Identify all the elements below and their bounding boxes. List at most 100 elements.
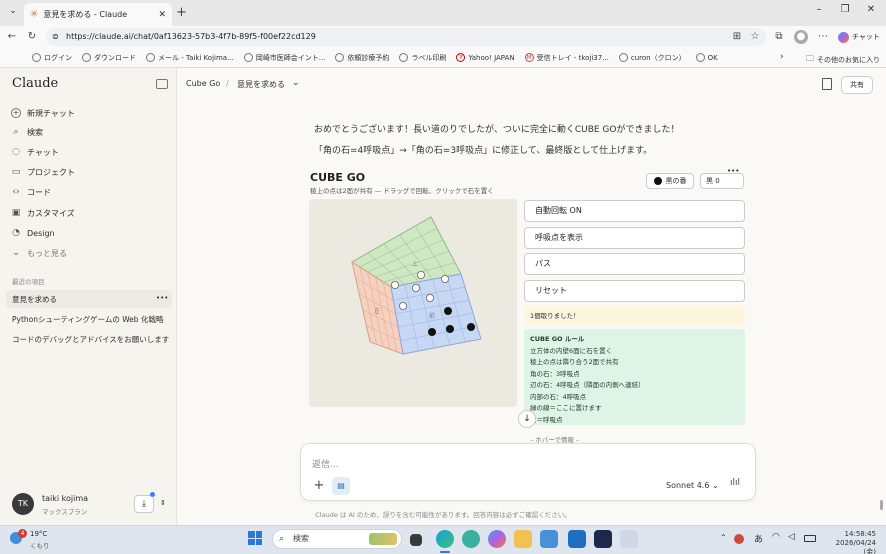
black-stone[interactable] <box>467 323 475 331</box>
page-scrollbar[interactable] <box>880 500 883 510</box>
extensions-icon[interactable]: ⧉ <box>772 30 786 44</box>
sidebar-item-more[interactable]: ⌄ もっと見る <box>11 245 67 261</box>
close-tab-icon[interactable]: ✕ <box>158 10 166 20</box>
weather-widget[interactable]: 4 19°C くもり <box>4 529 64 551</box>
recent-chat-item[interactable]: Pythonシューティングゲームの Web 化戦略 <box>12 314 163 325</box>
bookmark-item[interactable]: ラベル印刷 <box>399 53 446 63</box>
composer[interactable] <box>300 443 756 501</box>
copilot-icon <box>838 31 849 43</box>
app-icon[interactable] <box>594 530 612 548</box>
sidebar-toggle-icon[interactable] <box>156 79 168 89</box>
bookmark-item[interactable]: curon（クロン） <box>618 53 686 63</box>
recent-chat-item[interactable]: 意見を求める <box>12 294 57 305</box>
chat-title-chevron-icon[interactable]: ⌄ <box>292 78 300 88</box>
battery-icon[interactable] <box>804 535 816 542</box>
black-stone[interactable] <box>446 325 454 333</box>
user-menu-chevron-icon[interactable]: ⇕ <box>160 499 166 507</box>
black-stone[interactable] <box>444 307 452 315</box>
close-window-button[interactable]: ✕ <box>860 4 882 20</box>
white-stone[interactable] <box>391 281 400 290</box>
taskbar-search[interactable]: ⌕ 検索 <box>272 529 402 549</box>
bookmark-item[interactable]: Y Yahoo! JAPAN <box>456 53 515 62</box>
scroll-to-bottom-button[interactable]: ↓ <box>518 410 536 428</box>
tools-button[interactable]: ▤ <box>332 477 350 495</box>
profile-icon[interactable]: ● <box>794 30 808 44</box>
white-stone[interactable] <box>417 271 426 280</box>
recent-more-icon[interactable]: ••• <box>156 294 168 302</box>
favorite-star-icon[interactable]: ☆ <box>748 30 762 44</box>
add-attachment-button[interactable]: + <box>310 477 328 495</box>
sidebar-item-search[interactable]: ⌕ 検索 <box>11 124 43 140</box>
app-icon[interactable] <box>620 530 638 548</box>
white-stone[interactable] <box>440 275 449 284</box>
ime-indicator[interactable]: あ <box>754 532 763 545</box>
app-install-icon[interactable]: ⊞ <box>730 30 744 44</box>
black-stone[interactable] <box>428 328 436 336</box>
bookmark-icon <box>32 53 41 62</box>
back-icon[interactable]: ← <box>5 30 19 44</box>
model-selector[interactable]: Sonnet 4.6 ⌄ <box>666 481 719 490</box>
bookmark-item[interactable]: メール - Taiki Kojima... <box>146 53 234 63</box>
bookmark-item[interactable]: OK <box>695 53 718 62</box>
white-stone[interactable] <box>426 294 435 303</box>
file-explorer-icon[interactable] <box>514 530 532 548</box>
show-liberties-button[interactable]: 呼吸点を表示 <box>524 227 745 249</box>
bookmark-item[interactable]: ダウンロード <box>82 53 136 63</box>
sidebar-item-code[interactable]: ‹› コード <box>11 184 51 200</box>
cube-svg[interactable]: 上 前 左 <box>309 199 517 407</box>
white-stone[interactable] <box>412 284 421 293</box>
copilot-chat-button[interactable]: チャット <box>838 29 880 45</box>
url-field[interactable]: ⊜ https://claude.ai/chat/0af13623-57b3-4… <box>46 28 766 46</box>
app-icon[interactable] <box>462 530 480 548</box>
cube-board[interactable]: 上 前 左 <box>309 199 517 407</box>
reset-button[interactable]: リセット <box>524 280 745 302</box>
site-info-icon[interactable]: ⊜ <box>52 28 59 46</box>
bookmark-label: Yahoo! JAPAN <box>468 53 515 62</box>
bookmarks-overflow-icon[interactable]: › <box>780 52 784 62</box>
bookmark-item[interactable]: 岡崎市医師会イント... <box>243 53 325 63</box>
white-stone[interactable] <box>399 302 408 311</box>
sidebar-item-new-chat[interactable]: + 新規チャット <box>11 105 75 121</box>
volume-icon[interactable]: ◁ <box>788 532 795 542</box>
tab-list-button[interactable]: ⌄ <box>6 6 20 20</box>
share-button[interactable]: 共有 <box>841 76 873 94</box>
chevron-down-icon: ⌄ <box>711 481 719 490</box>
game-status: 1個取りました！ <box>524 306 745 326</box>
app-icon[interactable] <box>540 530 558 548</box>
wifi-icon[interactable]: ◠ <box>772 532 780 542</box>
recents-header: 最近の項目 <box>12 278 45 286</box>
breadcrumb-project[interactable]: Cube Go <box>186 79 220 88</box>
more-menu-icon[interactable]: ⋯ <box>816 30 830 44</box>
tray-overflow-icon[interactable]: ⌃ <box>720 533 727 542</box>
reply-input[interactable]: 返信... <box>312 457 339 470</box>
chat-title[interactable]: 意見を求める <box>237 79 285 90</box>
browser-tab[interactable]: ✳ 意見を求める - Claude ✕ <box>24 3 172 26</box>
maximize-button[interactable]: ❐ <box>834 4 856 20</box>
minimize-button[interactable]: – <box>808 4 830 20</box>
refresh-icon[interactable]: ↻ <box>25 30 39 44</box>
outlook-icon[interactable] <box>568 530 586 548</box>
sidebar-item-chats[interactable]: ◌ チャット <box>11 144 59 160</box>
sidebar-item-design[interactable]: ◔ Design <box>11 225 55 241</box>
recent-chat-item[interactable]: コードのデバッグとアドバイスをお願いします <box>12 334 169 345</box>
taskbar-search-label: 検索 <box>293 534 309 543</box>
auto-rotate-button[interactable]: 自動回転 ON <box>524 200 745 222</box>
voice-mode-icon[interactable]: ılıl <box>730 478 746 492</box>
system-clock[interactable]: 14:58:45 2026/04/24 (金) <box>822 530 876 554</box>
bookmark-item[interactable]: ログイン <box>32 53 72 63</box>
edge-browser-icon[interactable] <box>436 530 454 548</box>
tray-app-icon[interactable] <box>734 534 744 544</box>
artifact-doc-icon[interactable] <box>822 78 832 90</box>
sidebar-item-projects[interactable]: ▭ プロジェクト <box>11 164 75 180</box>
other-bookmarks-button[interactable]: 🗀 その他のお気に入り <box>806 53 880 67</box>
new-tab-button[interactable]: + <box>176 5 187 20</box>
start-button[interactable] <box>248 531 262 545</box>
pass-button[interactable]: パス <box>524 253 745 275</box>
bookmark-item[interactable]: M 受信トレイ - tkoji37... <box>524 53 609 63</box>
task-view-icon[interactable] <box>410 534 422 546</box>
sidebar-item-customize[interactable]: ▣ カスタマイズ <box>11 205 75 221</box>
rules-title: CUBE GO ルール <box>530 335 585 343</box>
copilot-icon[interactable] <box>488 530 506 548</box>
bookmark-item[interactable]: 依頼診療予約 <box>335 53 389 63</box>
game-more-icon[interactable]: ••• <box>727 167 739 175</box>
